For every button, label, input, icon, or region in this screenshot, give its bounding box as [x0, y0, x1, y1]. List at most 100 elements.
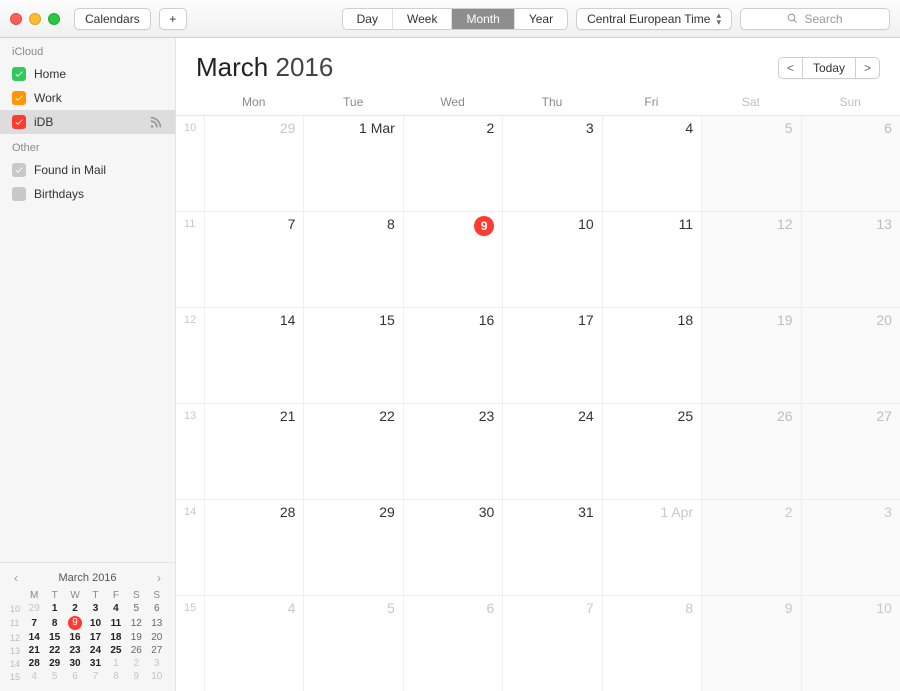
view-week-button[interactable]: Week	[393, 9, 452, 29]
day-cell[interactable]: 7	[204, 212, 303, 307]
calendar-checkbox[interactable]	[12, 187, 26, 201]
day-cell[interactable]: 14	[204, 308, 303, 403]
day-cell[interactable]: 16	[403, 308, 502, 403]
day-cell[interactable]: 4	[602, 116, 701, 211]
day-cell[interactable]: 6	[801, 116, 900, 211]
day-cell[interactable]: 31	[502, 500, 601, 595]
mini-day-cell[interactable]: 16	[65, 631, 85, 644]
calendar-list-item[interactable]: Home	[0, 62, 175, 86]
day-cell[interactable]: 3	[801, 500, 900, 595]
day-cell[interactable]: 11	[602, 212, 701, 307]
timezone-popup-button[interactable]: Central European Time ▴▾	[576, 8, 732, 30]
mini-day-cell[interactable]: 27	[147, 644, 167, 657]
day-cell[interactable]: 3	[502, 116, 601, 211]
day-cell[interactable]: 4	[204, 596, 303, 691]
mini-day-cell[interactable]: 17	[85, 631, 105, 644]
mini-day-cell[interactable]: 6	[147, 602, 167, 615]
close-window-button[interactable]	[10, 13, 22, 25]
day-cell[interactable]: 17	[502, 308, 601, 403]
day-cell[interactable]: 27	[801, 404, 900, 499]
calendar-list-item[interactable]: Work	[0, 86, 175, 110]
calendar-list-item[interactable]: iDB	[0, 110, 175, 134]
mini-day-cell[interactable]: 2	[65, 602, 85, 615]
day-cell[interactable]: 2	[403, 116, 502, 211]
day-cell[interactable]: 1 Mar	[303, 116, 402, 211]
mini-day-cell[interactable]: 9	[126, 670, 146, 683]
mini-day-cell[interactable]: 10	[85, 615, 105, 631]
day-cell[interactable]: 10	[801, 596, 900, 691]
day-cell[interactable]: 6	[403, 596, 502, 691]
calendars-toggle-button[interactable]: Calendars	[74, 8, 151, 30]
mini-day-cell[interactable]: 7	[24, 615, 44, 631]
add-button[interactable]: +	[159, 8, 187, 30]
mini-day-cell[interactable]: 15	[44, 631, 64, 644]
mini-day-cell[interactable]: 23	[65, 644, 85, 657]
day-cell[interactable]: 28	[204, 500, 303, 595]
mini-day-cell[interactable]: 25	[106, 644, 126, 657]
search-field[interactable]: Search	[740, 8, 890, 30]
day-cell[interactable]: 30	[403, 500, 502, 595]
calendar-checkbox[interactable]	[12, 115, 26, 129]
mini-prev-button[interactable]: ‹	[10, 571, 22, 585]
prev-month-button[interactable]: <	[778, 57, 803, 79]
day-cell[interactable]: 25	[602, 404, 701, 499]
day-cell[interactable]: 22	[303, 404, 402, 499]
mini-day-cell[interactable]: 7	[85, 670, 105, 683]
mini-day-cell[interactable]: 11	[106, 615, 126, 631]
mini-day-cell[interactable]: 30	[65, 657, 85, 670]
day-cell[interactable]: 1 Apr	[602, 500, 701, 595]
mini-day-cell[interactable]: 3	[147, 657, 167, 670]
day-cell[interactable]: 18	[602, 308, 701, 403]
calendar-checkbox[interactable]	[12, 91, 26, 105]
day-cell[interactable]: 2	[701, 500, 800, 595]
calendar-checkbox[interactable]	[12, 67, 26, 81]
mini-day-cell[interactable]: 20	[147, 631, 167, 644]
mini-day-cell[interactable]: 14	[24, 631, 44, 644]
mini-day-cell[interactable]: 1	[44, 602, 64, 615]
mini-next-button[interactable]: ›	[153, 571, 165, 585]
day-cell[interactable]: 8	[602, 596, 701, 691]
mini-day-cell[interactable]: 22	[44, 644, 64, 657]
mini-day-cell[interactable]: 3	[85, 602, 105, 615]
view-month-button[interactable]: Month	[452, 9, 514, 29]
mini-day-cell[interactable]: 10	[147, 670, 167, 683]
mini-day-cell[interactable]: 21	[24, 644, 44, 657]
mini-day-cell[interactable]: 29	[24, 602, 44, 615]
today-button[interactable]: Today	[802, 57, 856, 79]
day-cell[interactable]: 26	[701, 404, 800, 499]
day-cell[interactable]: 9	[403, 212, 502, 307]
mini-day-cell[interactable]: 29	[44, 657, 64, 670]
view-year-button[interactable]: Year	[515, 9, 567, 29]
mini-day-cell[interactable]: 9	[65, 615, 85, 631]
day-cell[interactable]: 29	[303, 500, 402, 595]
calendar-checkbox[interactable]	[12, 163, 26, 177]
next-month-button[interactable]: >	[855, 57, 880, 79]
mini-day-cell[interactable]: 26	[126, 644, 146, 657]
calendar-list-item[interactable]: Birthdays	[0, 182, 175, 206]
mini-day-cell[interactable]: 8	[44, 615, 64, 631]
mini-day-cell[interactable]: 12	[126, 615, 146, 631]
mini-day-cell[interactable]: 18	[106, 631, 126, 644]
mini-day-cell[interactable]: 24	[85, 644, 105, 657]
day-cell[interactable]: 21	[204, 404, 303, 499]
day-cell[interactable]: 8	[303, 212, 402, 307]
mini-day-cell[interactable]: 28	[24, 657, 44, 670]
mini-day-cell[interactable]: 5	[44, 670, 64, 683]
day-cell[interactable]: 23	[403, 404, 502, 499]
calendar-list-item[interactable]: Found in Mail	[0, 158, 175, 182]
mini-day-cell[interactable]: 1	[106, 657, 126, 670]
day-cell[interactable]: 15	[303, 308, 402, 403]
day-cell[interactable]: 9	[701, 596, 800, 691]
mini-day-cell[interactable]: 19	[126, 631, 146, 644]
day-cell[interactable]: 7	[502, 596, 601, 691]
mini-day-cell[interactable]: 5	[126, 602, 146, 615]
fullscreen-window-button[interactable]	[48, 13, 60, 25]
day-cell[interactable]: 12	[701, 212, 800, 307]
day-cell[interactable]: 19	[701, 308, 800, 403]
mini-day-cell[interactable]: 13	[147, 615, 167, 631]
mini-day-cell[interactable]: 31	[85, 657, 105, 670]
mini-day-cell[interactable]: 4	[106, 602, 126, 615]
day-cell[interactable]: 29	[204, 116, 303, 211]
day-cell[interactable]: 5	[303, 596, 402, 691]
mini-day-cell[interactable]: 4	[24, 670, 44, 683]
